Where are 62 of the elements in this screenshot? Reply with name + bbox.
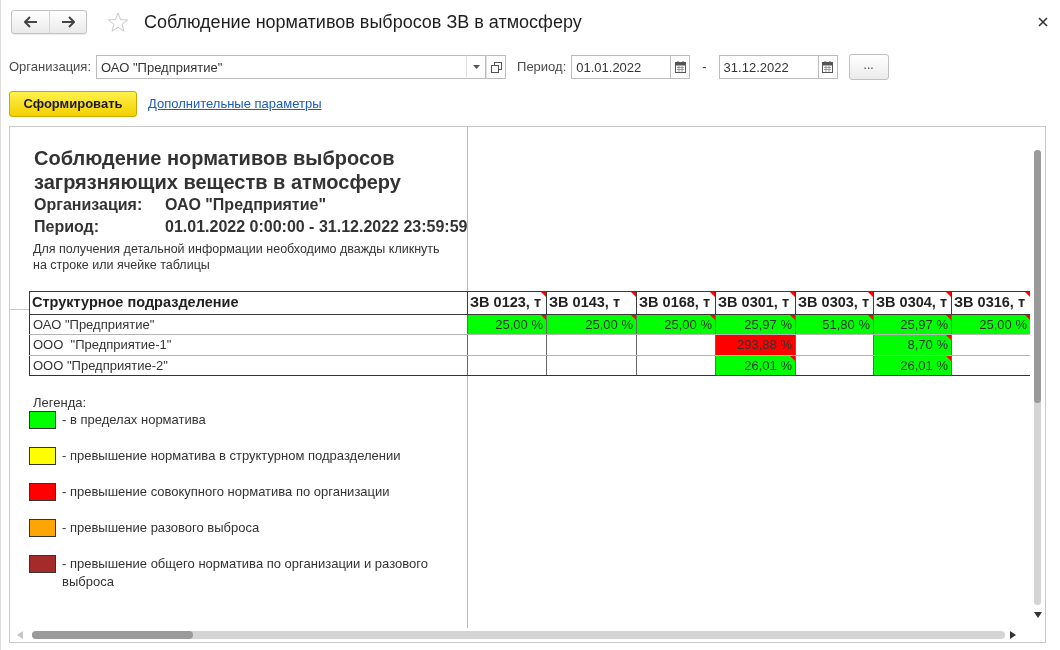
calendar-icon: [674, 61, 686, 73]
cell-value: 25,97 %: [900, 316, 948, 332]
overlapping-squares-icon: [490, 61, 502, 73]
cell-value: 25,97 %: [744, 316, 792, 332]
calendar-button[interactable]: [817, 55, 838, 79]
column-header: ЗВ 0301, т: [718, 294, 789, 310]
column-header: Структурное подразделение: [32, 294, 239, 310]
window-title: Соблюдение нормативов выбросов ЗВ в атмосферу: [144, 10, 582, 34]
arrow-right-icon: [61, 16, 75, 28]
date-field[interactable]: 01.01.2022: [571, 55, 671, 79]
legend-title: Легенда:: [33, 395, 87, 412]
table-cell: ОАО "Предприятие": [29, 314, 468, 335]
table-cell: ООО "Предприятие-1": [29, 334, 468, 356]
legend-text: - превышение общего норматива по организации и разового выброса: [62, 555, 429, 592]
open-button[interactable]: [486, 55, 507, 79]
column-header: ЗВ 0168, т: [639, 294, 710, 310]
column-header: ЗВ 0143, т: [549, 294, 620, 310]
legend-text: - превышение совокупного норматива по организации: [62, 483, 391, 502]
scroll-right-arrow-icon[interactable]: [1010, 631, 1016, 639]
detail-value: ОАО "Предприятие": [165, 195, 326, 215]
cell-value: 8,70 %: [907, 337, 948, 353]
cell-value: 51,80 %: [822, 316, 870, 332]
vertical-scrollbar[interactable]: [1034, 150, 1041, 605]
cell-value: 26,01 %: [744, 357, 792, 373]
organization-field[interactable]: ОАО "Предприятие": [96, 55, 467, 79]
cell-value: 293,88 %: [737, 337, 792, 353]
caret-icon: [472, 65, 480, 69]
scroll-down-arrow-icon[interactable]: [1033, 612, 1042, 618]
legend-text: - превышение норматива в структурном подразделении: [62, 447, 402, 466]
cell-value: 25,00 %: [495, 316, 543, 332]
star-icon[interactable]: [107, 11, 129, 33]
hint-text: Для получения детальной информации необходимо дважды кликнуть на строке или ячейке таблицы: [33, 241, 441, 273]
scrollbar-thumb[interactable]: [32, 631, 193, 639]
organization-label: Организация:: [9, 58, 92, 77]
column-header: ЗВ 0304, т: [876, 294, 947, 310]
report-title: Соблюдение нормативов выбросов загрязняющих веществ в атмосферу: [34, 146, 402, 194]
detail-label: Организация:: [34, 195, 144, 215]
arrow-left-icon: [23, 16, 38, 28]
period-select-button[interactable]: ...: [848, 54, 889, 80]
range-separator: -: [702, 58, 707, 77]
detail-value: 01.01.2022 0:00:00 - 31.12.2022 23:59:59: [165, 217, 468, 237]
dropdown-button[interactable]: [466, 55, 487, 79]
date-field[interactable]: 31.12.2022: [718, 55, 818, 79]
cell-value: 25,00 %: [585, 316, 633, 332]
extra-parameters-link[interactable]: Дополнительные параметры: [148, 94, 322, 114]
column-header: ЗВ 0303, т: [798, 294, 869, 310]
horizontal-scrollbar[interactable]: [32, 631, 1005, 639]
calendar-icon: [822, 61, 834, 73]
generate-button[interactable]: Сформировать: [9, 91, 137, 117]
column-header: ЗВ 0123, т: [470, 294, 541, 310]
table-cell: ООО "Предприятие-2": [29, 355, 468, 376]
cell-value: 26,01 %: [900, 357, 948, 373]
cell-value: 25,00 %: [664, 316, 712, 332]
calendar-button[interactable]: [670, 55, 691, 79]
legend-text: - в пределах норматива: [62, 411, 207, 430]
cell-value: 25,00 %: [979, 316, 1027, 332]
legend-text: - превышение разового выброса: [62, 519, 261, 538]
period-label: Период:: [517, 58, 567, 77]
scrollbar-thumb[interactable]: [1034, 150, 1041, 403]
close-icon: [1038, 17, 1048, 27]
column-header: ЗВ 0316, т: [954, 294, 1025, 310]
detail-label: Период:: [34, 217, 101, 237]
